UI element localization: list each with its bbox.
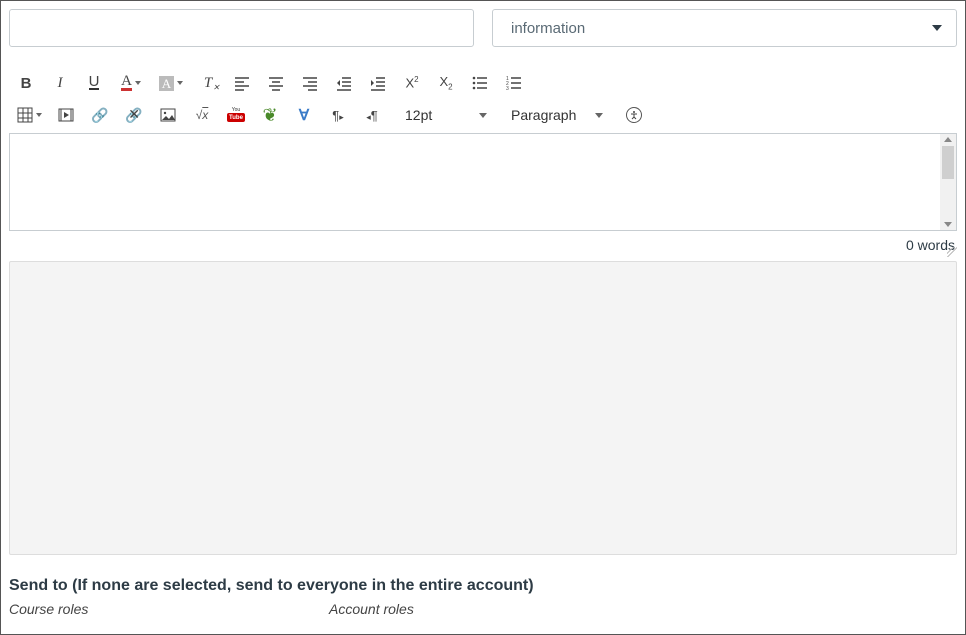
- background-color-button[interactable]: A: [151, 69, 191, 97]
- unlink-button[interactable]: 🔗 ✕: [117, 101, 151, 129]
- leaf-icon: ❦: [262, 105, 277, 126]
- numbered-list-icon: 123: [506, 75, 522, 91]
- down-v-button[interactable]: ∀: [287, 101, 321, 129]
- font-size-select[interactable]: 12pt: [395, 102, 495, 128]
- underline-button[interactable]: U: [77, 69, 111, 97]
- scroll-down-icon[interactable]: [944, 222, 952, 227]
- background-color-icon: A: [159, 76, 174, 91]
- superscript-icon: X2: [405, 75, 418, 90]
- align-right-button[interactable]: [293, 69, 327, 97]
- table-button[interactable]: [9, 101, 49, 129]
- font-size-label: 12pt: [405, 107, 432, 123]
- account-roles-label: Account roles: [329, 601, 649, 617]
- block-format-label: Paragraph: [511, 107, 576, 123]
- scroll-thumb[interactable]: [942, 146, 954, 179]
- scroll-up-icon[interactable]: [944, 137, 952, 142]
- rtl-button[interactable]: ◂¶: [355, 101, 389, 129]
- notification-type-select[interactable]: information: [492, 9, 957, 47]
- course-roles-label: Course roles: [9, 601, 329, 617]
- chevron-down-icon: [932, 25, 942, 31]
- align-left-icon: [234, 75, 250, 91]
- chevron-down-icon: [135, 81, 141, 85]
- chevron-down-icon: [595, 113, 603, 118]
- accessibility-icon: [626, 107, 642, 123]
- link-icon: 🔗: [91, 107, 108, 124]
- accessibility-checker-button[interactable]: [617, 101, 651, 129]
- subject-input[interactable]: [9, 9, 474, 47]
- youtube-button[interactable]: You Tube: [219, 101, 253, 129]
- bullet-list-button[interactable]: [463, 69, 497, 97]
- insert-media-button[interactable]: [49, 101, 83, 129]
- italic-icon: I: [58, 75, 63, 92]
- subscript-icon: X2: [439, 74, 452, 92]
- indent-button[interactable]: [361, 69, 395, 97]
- align-left-button[interactable]: [225, 69, 259, 97]
- attachment-area[interactable]: [9, 261, 957, 555]
- bold-icon: B: [21, 75, 32, 92]
- outdent-button[interactable]: [327, 69, 361, 97]
- clear-formatting-button[interactable]: T✕: [191, 69, 225, 97]
- image-icon: [160, 107, 176, 123]
- text-color-button[interactable]: A: [111, 69, 151, 97]
- rich-text-editor[interactable]: [9, 133, 957, 231]
- rich-text-toolbar: B I U A A T✕ X2 X2: [9, 65, 957, 131]
- text-color-icon: A: [121, 75, 132, 91]
- v-down-icon: ∀: [299, 106, 309, 124]
- align-center-button[interactable]: [259, 69, 293, 97]
- eco-button[interactable]: ❦: [253, 101, 287, 129]
- send-to-heading: Send to (If none are selected, send to e…: [9, 577, 957, 595]
- underline-icon: U: [89, 76, 100, 90]
- editor-scrollbar[interactable]: [940, 134, 956, 230]
- italic-button[interactable]: I: [43, 69, 77, 97]
- media-icon: [58, 107, 74, 123]
- outdent-icon: [336, 75, 352, 91]
- ltr-button[interactable]: ¶▸: [321, 101, 355, 129]
- image-button[interactable]: [151, 101, 185, 129]
- bullet-list-icon: [472, 75, 488, 91]
- block-format-select[interactable]: Paragraph: [501, 102, 611, 128]
- table-icon: [17, 107, 33, 123]
- equation-button[interactable]: √x: [185, 101, 219, 129]
- superscript-button[interactable]: X2: [395, 69, 429, 97]
- numbered-list-button[interactable]: 123: [497, 69, 531, 97]
- youtube-icon: You Tube: [227, 108, 245, 122]
- unlink-icon: 🔗 ✕: [125, 107, 142, 124]
- chevron-down-icon: [479, 113, 487, 118]
- rtl-icon: ◂¶: [366, 108, 378, 123]
- subscript-button[interactable]: X2: [429, 69, 463, 97]
- clear-formatting-icon: T✕: [204, 75, 212, 92]
- bold-button[interactable]: B: [9, 69, 43, 97]
- chevron-down-icon: [36, 113, 42, 117]
- resize-handle[interactable]: [947, 247, 957, 257]
- notification-type-selected-label: information: [511, 20, 585, 37]
- ltr-icon: ¶▸: [332, 108, 344, 123]
- indent-icon: [370, 75, 386, 91]
- editor-content[interactable]: [16, 138, 938, 226]
- align-right-icon: [302, 75, 318, 91]
- chevron-down-icon: [177, 81, 183, 85]
- link-button[interactable]: 🔗: [83, 101, 117, 129]
- svg-text:3: 3: [506, 86, 509, 91]
- equation-icon: √x: [196, 108, 209, 122]
- align-center-icon: [268, 75, 284, 91]
